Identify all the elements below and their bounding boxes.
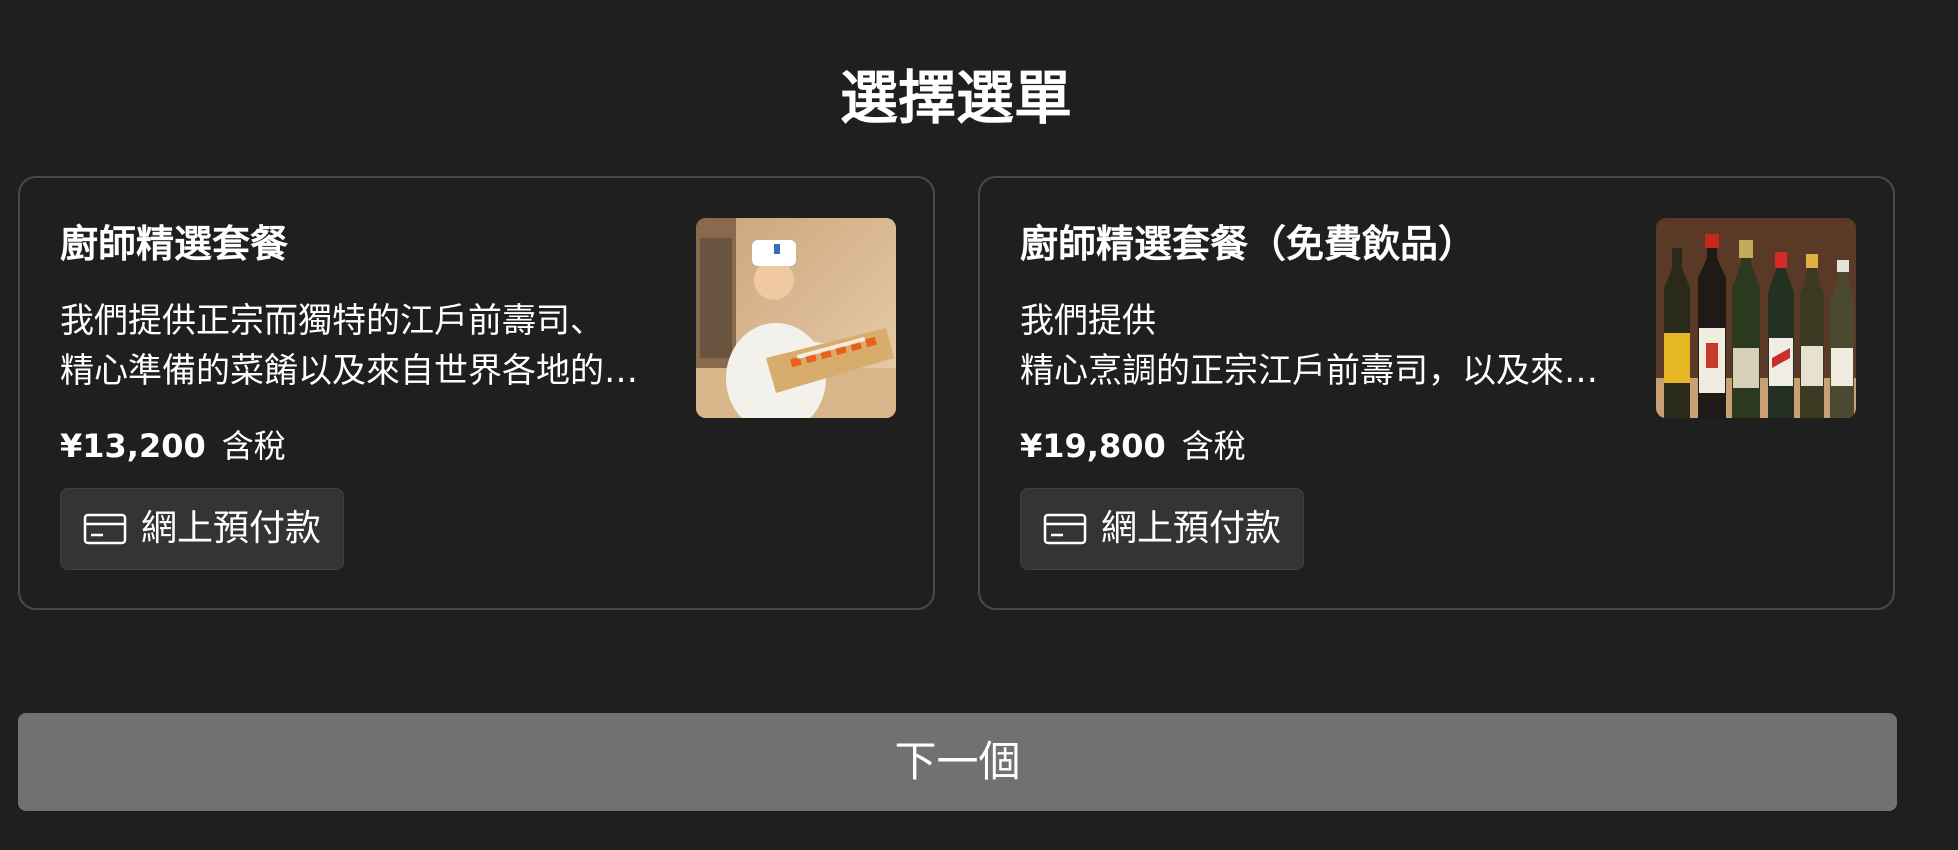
tax-label: 含稅	[1181, 427, 1246, 465]
menu-selection-page: 選擇選單 廚師精選套餐 我們提供正宗而獨特的江戶前壽司、 精心準備的菜餚以及來自…	[0, 0, 1958, 850]
menu-description: 我們提供正宗而獨特的江戶前壽司、 精心準備的菜餚以及來自世界各地的…	[60, 296, 660, 396]
next-button-label: 下一個	[894, 737, 1021, 786]
menu-thumbnail-chef-photo	[696, 218, 896, 418]
menu-title: 廚師精選套餐	[60, 222, 289, 266]
credit-card-icon	[1043, 513, 1087, 545]
tax-label: 含稅	[221, 427, 286, 465]
online-prepay-button[interactable]: 網上預付款	[60, 488, 345, 570]
prepay-label: 網上預付款	[1101, 508, 1282, 549]
credit-card-icon	[83, 513, 127, 545]
online-prepay-button[interactable]: 網上預付款	[1020, 488, 1305, 570]
price-amount: ¥19,800	[1020, 427, 1166, 465]
page-title: 選擇選單	[839, 64, 1072, 132]
menu-description-line: 我們提供正宗而獨特的江戶前壽司、	[60, 301, 604, 341]
menu-card-chef-selection-free-drinks[interactable]: 廚師精選套餐（免費飲品） 我們提供 精心烹調的正宗江戶前壽司，以及來… ¥19,…	[978, 176, 1895, 610]
menu-description-line: 我們提供	[1020, 301, 1156, 341]
next-button[interactable]: 下一個	[18, 713, 1897, 811]
menu-title: 廚師精選套餐（免費飲品）	[1020, 222, 1477, 266]
price-amount: ¥13,200	[60, 427, 206, 465]
menu-description-line: 精心準備的菜餚以及來自世界各地的…	[60, 351, 638, 391]
menu-description: 我們提供 精心烹調的正宗江戶前壽司，以及來…	[1020, 296, 1620, 396]
menu-price: ¥13,200 含稅	[60, 422, 286, 470]
menu-thumbnail-bottles-photo	[1656, 218, 1856, 418]
menu-price: ¥19,800 含稅	[1020, 422, 1246, 470]
prepay-label: 網上預付款	[141, 508, 322, 549]
menu-card-chef-selection[interactable]: 廚師精選套餐 我們提供正宗而獨特的江戶前壽司、 精心準備的菜餚以及來自世界各地的…	[18, 176, 935, 610]
menu-description-line: 精心烹調的正宗江戶前壽司，以及來…	[1020, 351, 1598, 391]
